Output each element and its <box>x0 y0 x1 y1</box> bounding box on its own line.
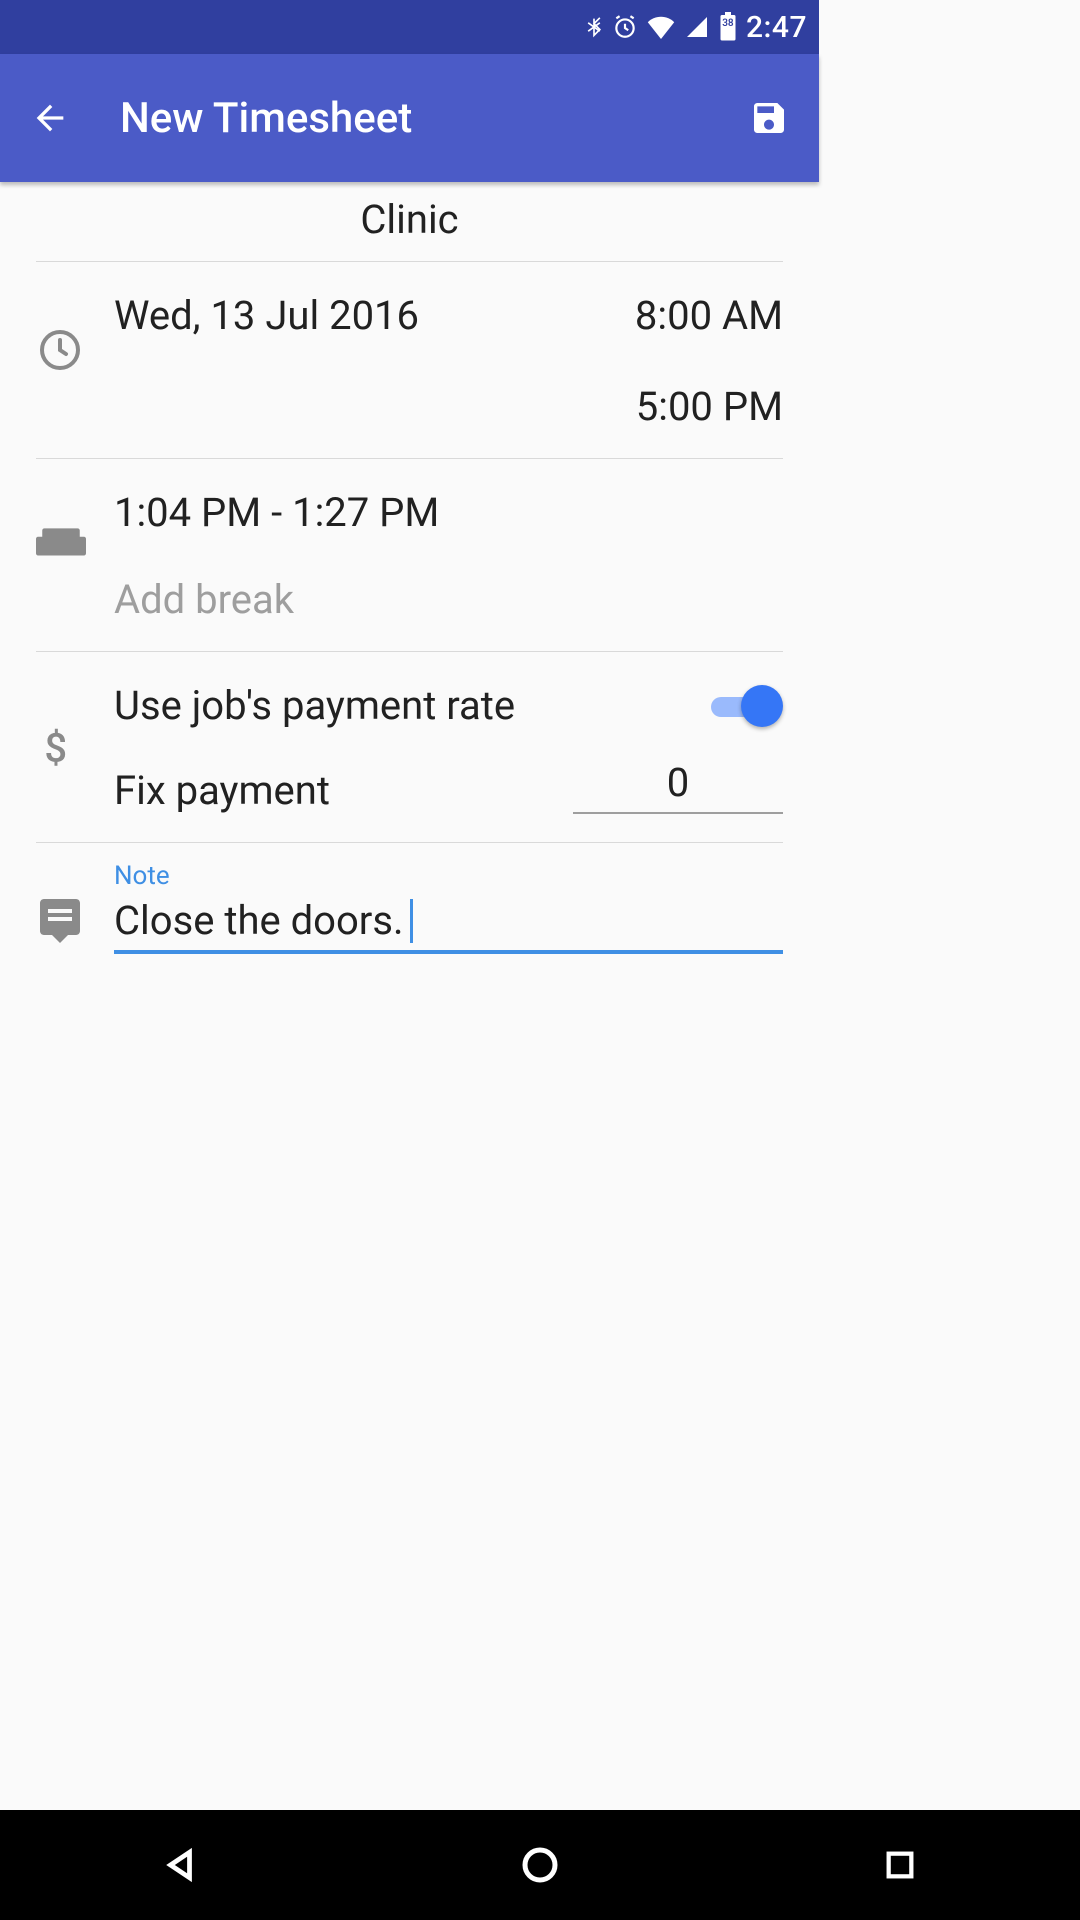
square-recent-icon <box>883 1848 917 1882</box>
text-caret <box>410 899 413 943</box>
content: Clinic Wed, 13 Jul 2016 8:00 AM 5:00 PM … <box>0 182 819 954</box>
start-time-value[interactable]: 8:00 AM <box>635 292 783 339</box>
note-section: Note <box>36 861 783 954</box>
save-icon <box>749 98 789 138</box>
alarm-icon <box>612 14 638 40</box>
bluetooth-icon <box>584 12 604 42</box>
nav-back-button[interactable] <box>150 1835 210 1895</box>
arrow-back-icon <box>30 98 70 138</box>
date-value[interactable]: Wed, 13 Jul 2016 <box>114 292 419 339</box>
break-1-value[interactable]: 1:04 PM - 1:27 PM <box>114 489 439 536</box>
couch-icon <box>36 489 114 623</box>
svg-text:$: $ <box>44 724 67 771</box>
battery-icon: 38 <box>718 12 738 42</box>
note-icon <box>36 861 114 954</box>
triangle-back-icon <box>161 1846 199 1884</box>
cell-signal-icon <box>684 15 710 39</box>
note-label: Note <box>114 861 783 891</box>
page-title: New Timesheet <box>120 94 747 143</box>
nav-recent-button[interactable] <box>870 1835 930 1895</box>
nav-home-button[interactable] <box>510 1835 570 1895</box>
dollar-icon: $ <box>36 682 114 814</box>
datetime-section: Wed, 13 Jul 2016 8:00 AM 5:00 PM <box>36 262 783 459</box>
payment-section: $ Use job's payment rate Fix payment <box>36 652 783 843</box>
wifi-icon <box>646 15 676 39</box>
status-time: 2:47 <box>746 10 807 45</box>
fix-payment-input[interactable] <box>573 759 783 814</box>
android-nav-bar <box>0 1810 1080 1920</box>
note-input[interactable] <box>114 897 783 944</box>
circle-home-icon <box>520 1845 560 1885</box>
back-button[interactable] <box>28 96 72 140</box>
use-rate-toggle[interactable] <box>711 685 783 727</box>
break-section: 1:04 PM - 1:27 PM Add break <box>36 459 783 652</box>
app-bar: New Timesheet <box>0 54 819 182</box>
battery-level: 38 <box>722 18 733 29</box>
job-name[interactable]: Clinic <box>36 182 783 262</box>
use-rate-label: Use job's payment rate <box>114 682 515 729</box>
end-time-value[interactable]: 5:00 PM <box>636 383 783 430</box>
save-button[interactable] <box>747 96 791 140</box>
clock-icon <box>36 292 114 430</box>
add-break-button[interactable]: Add break <box>114 576 783 623</box>
status-bar: 38 2:47 <box>0 0 819 54</box>
fix-payment-label: Fix payment <box>114 767 330 814</box>
